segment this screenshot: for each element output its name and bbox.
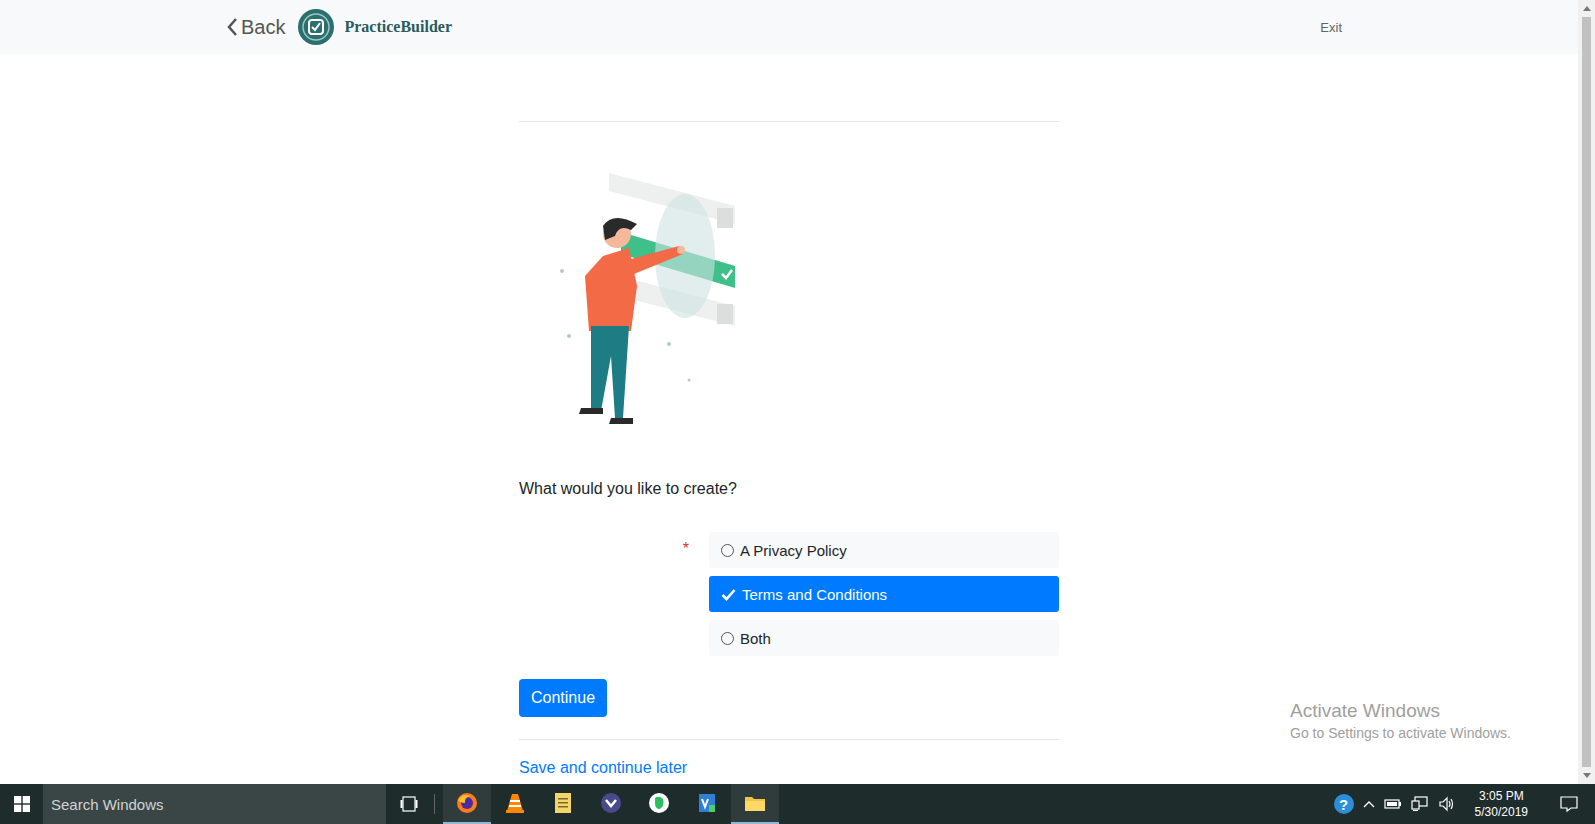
clock[interactable]: 3:05 PM5/30/2019 (1465, 788, 1538, 820)
taskbar-app[interactable] (731, 784, 779, 824)
system-tray: ? 3:05 PM5/30/2019 (1334, 788, 1595, 820)
page: Back PracticeBuilder Exit What would you li… (0, 0, 1578, 784)
divider (519, 739, 1059, 740)
volume-icon (1438, 796, 1456, 812)
start-button[interactable] (0, 784, 43, 824)
taskbar-app[interactable] (683, 784, 731, 824)
notification-icon (1547, 795, 1591, 813)
exit-link[interactable]: Exit (1320, 20, 1342, 35)
options-group: *A Privacy Policy Terms and Conditions Bot… (519, 532, 1059, 656)
radio-option[interactable]: A Privacy Policy (709, 532, 1059, 568)
required-marker: * (519, 532, 709, 656)
folder-icon (743, 791, 767, 815)
vlc-icon (503, 791, 527, 815)
app-icon (599, 791, 623, 815)
radio-circle-icon (721, 544, 734, 557)
help-button[interactable]: ? (1334, 794, 1354, 814)
scroll-up-icon (1578, 0, 1595, 17)
chevron-up-icon (1363, 800, 1375, 808)
firefox-icon (455, 791, 479, 815)
brand: PracticeBuilder (297, 8, 452, 46)
scroll-thumb[interactable] (1582, 17, 1591, 767)
taskbar-app[interactable] (635, 784, 683, 824)
person-checklist-icon (519, 166, 759, 436)
question: What would you like to create? (519, 479, 1059, 499)
divider (519, 121, 1059, 122)
taskbar-app[interactable] (587, 784, 635, 824)
taskbar-app[interactable] (491, 784, 539, 824)
taskbar-app[interactable] (539, 784, 587, 824)
taskbar: Search Windows? 3:05 PM5/30/2019 (0, 784, 1595, 824)
battery-icon (1384, 798, 1402, 810)
radio-option[interactable]: Both (709, 620, 1059, 656)
save-later-link[interactable]: Save and continue later (519, 758, 687, 778)
scrollbar[interactable] (1578, 0, 1595, 784)
windows-icon (14, 796, 30, 812)
task-view-icon (400, 796, 418, 812)
task-view-button[interactable] (386, 784, 432, 824)
evernote-icon (647, 791, 671, 815)
continue-button[interactable]: Continue (519, 679, 607, 717)
header: Back PracticeBuilder Exit (0, 0, 1578, 54)
logo-icon (297, 8, 335, 46)
scroll-down-icon (1578, 767, 1595, 784)
activation-watermark: Activate WindowsGo to Settings to activa… (1290, 700, 1511, 741)
form: What would you like to create? *A Privacy… (519, 54, 1059, 778)
screen: Back PracticeBuilder Exit What would you li… (0, 0, 1595, 824)
back-link[interactable]: Back (226, 16, 285, 39)
search-box[interactable]: Search Windows (43, 784, 386, 824)
brand-name: PracticeBuilder (344, 18, 452, 36)
chevron-left-icon (226, 17, 238, 37)
notes-icon (551, 791, 575, 815)
radio-circle-icon (721, 632, 734, 645)
browser-page: Back PracticeBuilder Exit What would you li… (0, 0, 1595, 784)
app-icon (695, 791, 719, 815)
taskbar-app[interactable] (443, 784, 491, 824)
check-icon (721, 588, 736, 601)
radio-option[interactable]: Terms and Conditions (709, 576, 1059, 612)
taskbar-separator (434, 794, 435, 814)
network-icon (1411, 796, 1429, 812)
